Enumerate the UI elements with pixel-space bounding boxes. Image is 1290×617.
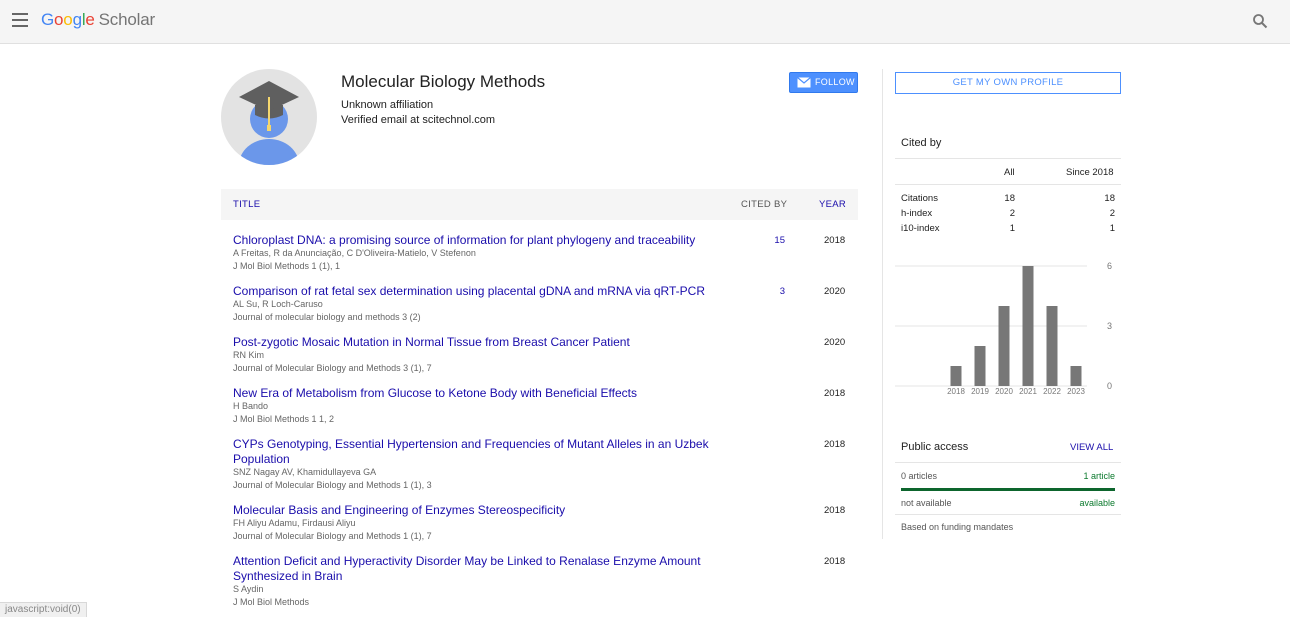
- profile-name: Molecular Biology Methods: [341, 72, 546, 91]
- chart-y-tick: 3: [1107, 321, 1112, 331]
- article-venue: Journal of molecular biology and methods…: [233, 312, 421, 322]
- article-title[interactable]: Attention Deficit and Hyperactivity Diso…: [233, 554, 723, 584]
- chart-x-tick: 2018: [947, 387, 965, 396]
- chart-x-tick: 2021: [1019, 387, 1037, 396]
- metric-since: 1: [1109, 223, 1115, 234]
- not-available-count[interactable]: 0 articles: [901, 471, 937, 481]
- profile-affiliation: Unknown affiliation: [341, 99, 434, 111]
- article-year: 2018: [824, 235, 846, 246]
- table-row: Chloroplast DNA: a promising source of i…: [221, 233, 858, 273]
- sidebar-divider: [882, 69, 883, 539]
- article-title[interactable]: New Era of Metabolism from Glucose to Ke…: [233, 386, 723, 401]
- chart-y-tick: 0: [1107, 381, 1112, 391]
- metric-label: Citations: [901, 193, 938, 204]
- chart-bar-2023[interactable]: [1070, 366, 1082, 386]
- cited-by-heading: Cited by: [901, 137, 942, 149]
- metric-label: i10-index: [901, 223, 940, 234]
- hamburger-menu-icon[interactable]: [12, 13, 28, 27]
- article-venue: Journal of Molecular Biology and Methods…: [233, 363, 432, 373]
- divider: [895, 158, 1121, 159]
- citations-bar-chart: 0 3 6 2018 2019 2020 2021 2022 2023: [895, 261, 1112, 396]
- table-row: New Era of Metabolism from Glucose to Ke…: [221, 386, 858, 426]
- google-scholar-logo[interactable]: Google Scholar: [41, 10, 155, 30]
- article-authors: A Freitas, R da Anunciação, C D'Oliveira…: [233, 248, 476, 258]
- article-authors: H Bando: [233, 401, 269, 411]
- chart-x-tick: 2022: [1043, 387, 1061, 396]
- avatar: [221, 69, 317, 165]
- table-row: CYPs Genotyping, Essential Hypertension …: [221, 437, 858, 492]
- follow-label: FOLLOW: [815, 77, 855, 87]
- table-row: Attention Deficit and Hyperactivity Diso…: [221, 554, 858, 609]
- metric-all: 18: [1004, 193, 1015, 204]
- table-row: Molecular Basis and Engineering of Enzym…: [221, 503, 858, 543]
- view-all-link[interactable]: VIEW ALL: [1070, 442, 1113, 453]
- article-venue: J Mol Biol Methods 1 1, 2: [233, 414, 335, 424]
- article-venue: J Mol Biol Methods 1 (1), 1: [233, 261, 341, 271]
- follow-button[interactable]: FOLLOW: [789, 72, 858, 93]
- article-year: 2020: [824, 286, 846, 297]
- metric-since: 2: [1109, 208, 1115, 219]
- metric-label: h-index: [901, 208, 933, 219]
- articles-table-header: TITLE CITED BY YEAR: [221, 189, 858, 220]
- article-authors: FH Aliyu Adamu, Firdausi Aliyu: [233, 518, 356, 528]
- chart-bar-2018[interactable]: [950, 366, 962, 386]
- chart-y-tick: 6: [1107, 261, 1112, 271]
- article-venue: J Mol Biol Methods: [233, 597, 310, 607]
- article-venue: Journal of Molecular Biology and Methods…: [233, 531, 432, 541]
- article-year: 2018: [824, 388, 846, 399]
- chart-bar-2019[interactable]: [974, 346, 986, 386]
- article-year: 2020: [824, 337, 846, 348]
- chart-bar-2020[interactable]: [998, 306, 1010, 386]
- article-authors: RN Kim: [233, 350, 264, 360]
- article-title[interactable]: Chloroplast DNA: a promising source of i…: [233, 233, 723, 248]
- table-row: Post-zygotic Mosaic Mutation in Normal T…: [221, 335, 858, 375]
- article-authors: S Aydin: [233, 584, 264, 594]
- chart-x-tick: 2020: [995, 387, 1013, 396]
- funding-mandates-note: Based on funding mandates: [901, 522, 1014, 532]
- search-icon[interactable]: [1252, 13, 1268, 29]
- chart-bar-2022[interactable]: [1046, 306, 1058, 386]
- sort-by-cited[interactable]: CITED BY: [741, 199, 787, 210]
- divider: [895, 184, 1121, 185]
- public-access-progress-bar: [901, 488, 1115, 491]
- col-all-header[interactable]: All: [1004, 167, 1015, 178]
- article-venue: Journal of Molecular Biology and Methods…: [233, 480, 432, 490]
- chart-x-tick: 2019: [971, 387, 989, 396]
- envelope-icon: [797, 77, 811, 88]
- metric-since: 18: [1104, 193, 1115, 204]
- chart-x-tick: 2023: [1067, 387, 1085, 396]
- article-authors: SNZ Nagay AV, Khamidullayeva GA: [233, 467, 377, 477]
- public-access-heading: Public access: [901, 441, 969, 453]
- profile-email: Verified email at scitechnol.com: [341, 114, 496, 126]
- article-title[interactable]: CYPs Genotyping, Essential Hypertension …: [233, 437, 723, 467]
- available-count[interactable]: 1 article: [1060, 471, 1115, 481]
- metric-all: 1: [1009, 223, 1015, 234]
- metric-all: 2: [1009, 208, 1015, 219]
- divider: [895, 514, 1121, 515]
- article-title[interactable]: Molecular Basis and Engineering of Enzym…: [233, 503, 723, 518]
- available-label: available: [1079, 498, 1115, 508]
- article-authors: AL Su, R Loch-Caruso: [233, 299, 323, 309]
- col-since-header[interactable]: Since 2018: [1066, 167, 1114, 178]
- article-year: 2018: [824, 439, 846, 450]
- chart-bar-2021[interactable]: [1022, 266, 1034, 386]
- sort-by-year[interactable]: YEAR: [819, 199, 846, 210]
- divider: [895, 462, 1121, 463]
- top-bar: Google Scholar: [0, 0, 1290, 44]
- article-title[interactable]: Post-zygotic Mosaic Mutation in Normal T…: [233, 335, 723, 350]
- not-available-label: not available: [901, 498, 952, 508]
- article-title[interactable]: Comparison of rat fetal sex determinatio…: [233, 284, 723, 299]
- cited-count[interactable]: 15: [741, 235, 785, 246]
- browser-status-bar: javascript:void(0): [0, 602, 87, 617]
- table-row: Comparison of rat fetal sex determinatio…: [221, 284, 858, 324]
- sort-by-title[interactable]: TITLE: [233, 199, 260, 210]
- article-year: 2018: [824, 505, 846, 516]
- get-my-own-profile-button[interactable]: GET MY OWN PROFILE: [895, 72, 1121, 94]
- cited-count[interactable]: 3: [741, 286, 785, 297]
- article-year: 2018: [824, 556, 846, 567]
